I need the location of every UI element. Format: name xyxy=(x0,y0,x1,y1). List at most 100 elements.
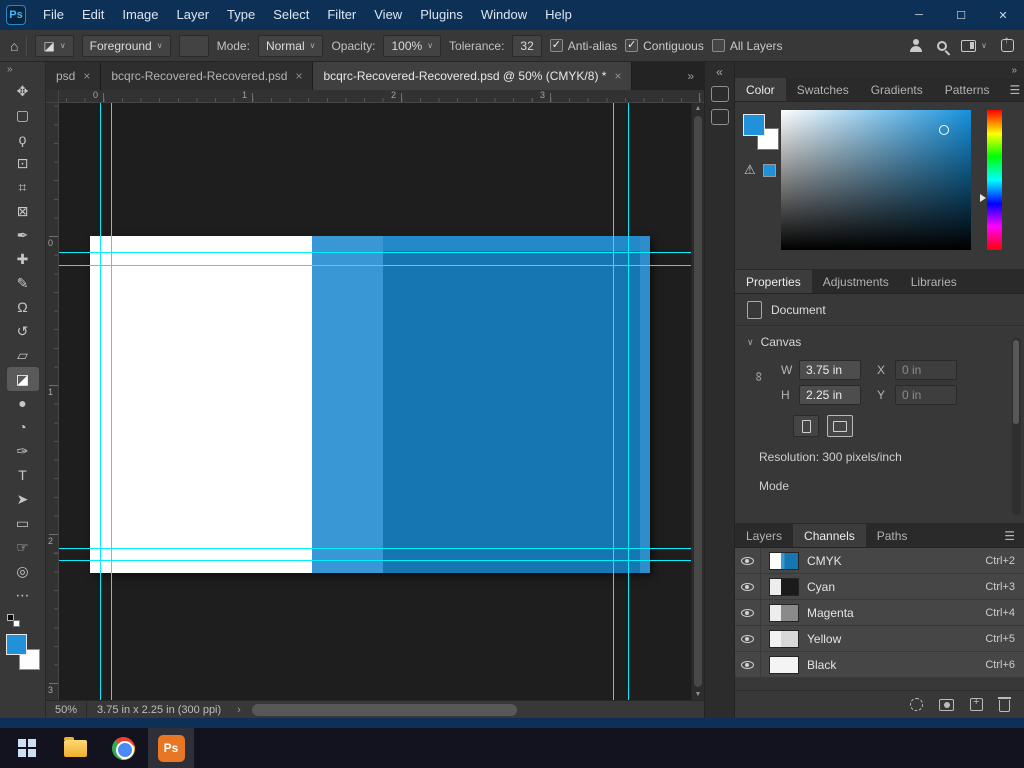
menu-plugins[interactable]: Plugins xyxy=(411,0,472,30)
move-tool[interactable]: ✥ xyxy=(7,79,39,103)
saturation-brightness-field[interactable] xyxy=(781,110,971,250)
minimize-button[interactable]: ─ xyxy=(898,0,940,30)
rectangle-tool[interactable]: ▭ xyxy=(7,511,39,535)
anti-alias-checkbox[interactable]: Anti-alias xyxy=(549,38,617,53)
blur-tool[interactable]: ● xyxy=(7,391,39,415)
account-icon[interactable] xyxy=(909,39,923,52)
default-colors-icon[interactable] xyxy=(7,614,20,627)
spot-healing-brush-tool[interactable]: ✚ xyxy=(7,247,39,271)
photoshop-taskbar-button[interactable]: Ps xyxy=(148,728,194,768)
document-tab-active[interactable]: bcqrc-Recovered-Recovered.psd @ 50% (CMY… xyxy=(313,62,633,90)
pattern-picker[interactable] xyxy=(178,34,209,57)
horizontal-ruler[interactable]: 0 1 2 3 xyxy=(59,90,704,103)
file-explorer-button[interactable] xyxy=(52,728,98,768)
maximize-button[interactable]: ☐ xyxy=(940,0,982,30)
landscape-orientation-button[interactable] xyxy=(827,415,853,437)
tab-layers[interactable]: Layers xyxy=(735,524,793,547)
tab-paths[interactable]: Paths xyxy=(866,524,919,547)
visibility-toggle[interactable] xyxy=(735,652,761,677)
edit-toolbar-icon[interactable]: ⋯ xyxy=(7,583,39,607)
workspace-icon[interactable] xyxy=(961,39,977,52)
menu-select[interactable]: Select xyxy=(264,0,318,30)
gamut-warning-icon[interactable]: ⚠ xyxy=(744,162,756,178)
delete-channel-icon[interactable] xyxy=(998,697,1011,712)
canvas-viewport[interactable]: ▲ ▼ xyxy=(59,103,704,700)
document-tab[interactable]: bcqrc-Recovered-Recovered.psd × xyxy=(101,62,314,90)
tab-properties[interactable]: Properties xyxy=(735,270,812,293)
vertical-ruler[interactable]: 0 1 2 3 xyxy=(46,103,59,700)
pen-tool[interactable]: ✑ xyxy=(7,439,39,463)
visibility-toggle[interactable] xyxy=(735,600,761,625)
width-field[interactable]: 3.75 in xyxy=(799,360,861,380)
menu-type[interactable]: Type xyxy=(218,0,264,30)
clone-stamp-tool[interactable]: Ω xyxy=(7,295,39,319)
guide-vertical[interactable] xyxy=(100,103,101,700)
all-layers-checkbox[interactable]: All Layers xyxy=(711,39,783,53)
scroll-up-icon[interactable]: ▲ xyxy=(692,105,704,112)
channel-row-cmyk[interactable]: CMYK Ctrl+2 xyxy=(735,548,1024,574)
path-selection-tool[interactable]: ➤ xyxy=(7,487,39,511)
zoom-tool[interactable]: ◎ xyxy=(7,559,39,583)
scroll-down-icon[interactable]: ▼ xyxy=(692,691,704,698)
tab-libraries[interactable]: Libraries xyxy=(900,270,968,293)
document-tab[interactable]: psd × xyxy=(46,62,102,90)
tool-preset-picker[interactable]: ◪ ∨ xyxy=(35,34,74,57)
collapse-panels-icon[interactable]: » xyxy=(1011,65,1017,76)
link-dimensions-icon[interactable]: ∞ xyxy=(752,372,767,381)
share-icon[interactable] xyxy=(1001,35,1014,52)
menu-layer[interactable]: Layer xyxy=(168,0,219,30)
tab-gradients[interactable]: Gradients xyxy=(860,78,934,101)
document-canvas[interactable] xyxy=(90,236,650,573)
close-button[interactable]: ✕ xyxy=(982,0,1024,30)
guide-horizontal[interactable] xyxy=(59,265,691,266)
dodge-tool[interactable]: ◔ xyxy=(7,415,39,439)
new-channel-icon[interactable] xyxy=(970,696,983,711)
foreground-color-swatch[interactable] xyxy=(743,114,765,136)
tab-color[interactable]: Color xyxy=(735,78,786,101)
height-field[interactable]: 2.25 in xyxy=(799,385,861,405)
fill-source-select[interactable]: Foreground ∨ xyxy=(81,34,171,57)
crop-tool[interactable]: ⌗ xyxy=(7,175,39,199)
hue-slider[interactable] xyxy=(987,110,1002,250)
guide-horizontal[interactable] xyxy=(59,560,691,561)
guide-horizontal[interactable] xyxy=(59,548,691,549)
collapsed-panel-icon[interactable] xyxy=(710,109,729,125)
tolerance-input[interactable]: 32 xyxy=(512,34,542,57)
visibility-toggle[interactable] xyxy=(735,574,761,599)
menu-edit[interactable]: Edit xyxy=(73,0,113,30)
tab-overflow-icon[interactable]: » xyxy=(677,62,704,90)
hue-slider-marker[interactable] xyxy=(980,194,986,202)
panel-menu-icon[interactable]: ☰ xyxy=(995,524,1024,547)
vertical-scroll-thumb[interactable] xyxy=(694,116,702,687)
lasso-tool[interactable]: ϙ xyxy=(7,127,39,151)
canvas-section-header[interactable]: ∨ Canvas xyxy=(735,326,1024,353)
mode-select[interactable]: Normal ∨ xyxy=(257,34,324,57)
channel-row-magenta[interactable]: Magenta Ctrl+4 xyxy=(735,600,1024,626)
rectangular-marquee-tool[interactable]: ▢ xyxy=(7,103,39,127)
portrait-orientation-button[interactable] xyxy=(793,415,819,437)
menu-view[interactable]: View xyxy=(365,0,411,30)
home-icon[interactable]: ⌂ xyxy=(10,38,18,54)
color-cursor-icon[interactable] xyxy=(939,125,949,135)
opacity-input[interactable]: 100% ∨ xyxy=(383,34,442,57)
visibility-toggle[interactable] xyxy=(735,626,761,651)
visibility-toggle[interactable] xyxy=(735,548,761,573)
properties-scrollbar[interactable] xyxy=(1012,338,1021,515)
load-selection-icon[interactable] xyxy=(910,698,923,711)
collapsed-panel-icon[interactable] xyxy=(710,86,729,102)
expand-panels-icon[interactable]: « xyxy=(716,65,723,79)
menu-filter[interactable]: Filter xyxy=(318,0,365,30)
frame-tool[interactable]: ⊠ xyxy=(7,199,39,223)
guide-vertical[interactable] xyxy=(628,103,629,700)
channel-row-yellow[interactable]: Yellow Ctrl+5 xyxy=(735,626,1024,652)
menu-help[interactable]: Help xyxy=(536,0,581,30)
foreground-color-swatch[interactable] xyxy=(5,634,27,655)
menu-window[interactable]: Window xyxy=(472,0,536,30)
tab-patterns[interactable]: Patterns xyxy=(934,78,1001,101)
guide-vertical[interactable] xyxy=(111,103,112,700)
canvas[interactable]: 0 1 2 3 0 1 2 3 ▲ ▼ xyxy=(46,90,704,700)
history-brush-tool[interactable]: ↺ xyxy=(7,319,39,343)
tab-close-icon[interactable]: × xyxy=(295,69,302,83)
panel-menu-icon[interactable]: ☰ xyxy=(1000,78,1024,101)
brush-tool[interactable]: ✎ xyxy=(7,271,39,295)
